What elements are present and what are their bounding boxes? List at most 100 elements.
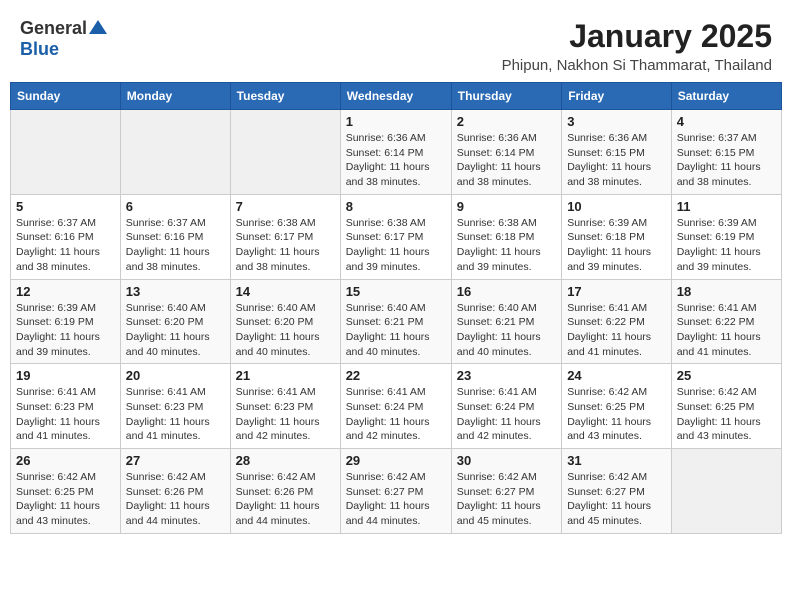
cell-day-number: 29: [346, 453, 446, 468]
cell-day-number: 31: [567, 453, 666, 468]
cell-daylight-info: Sunrise: 6:40 AM Sunset: 6:21 PM Dayligh…: [346, 301, 446, 360]
cell-daylight-info: Sunrise: 6:41 AM Sunset: 6:23 PM Dayligh…: [126, 385, 225, 444]
cell-day-number: 13: [126, 284, 225, 299]
calendar-week-row: 5Sunrise: 6:37 AM Sunset: 6:16 PM Daylig…: [11, 194, 782, 279]
cell-day-number: 11: [677, 199, 776, 214]
cell-daylight-info: Sunrise: 6:41 AM Sunset: 6:23 PM Dayligh…: [16, 385, 115, 444]
cell-daylight-info: Sunrise: 6:42 AM Sunset: 6:26 PM Dayligh…: [126, 470, 225, 529]
calendar-cell: 7Sunrise: 6:38 AM Sunset: 6:17 PM Daylig…: [230, 194, 340, 279]
calendar-cell: 1 Sunrise: 6:36 AM Sunset: 6:14 PM Daylig…: [340, 110, 451, 195]
cell-daylight-info: Sunrise: 6:41 AM Sunset: 6:24 PM Dayligh…: [457, 385, 556, 444]
calendar-cell: 31 Sunrise: 6:42 AM Sunset: 6:27 PM Dayli…: [562, 449, 672, 534]
calendar-cell: 14 Sunrise: 6:40 AM Sunset: 6:20 PM Dayli…: [230, 279, 340, 364]
calendar-cell: 21 Sunrise: 6:41 AM Sunset: 6:23 PM Dayli…: [230, 364, 340, 449]
calendar-cell: 12 Sunrise: 6:39 AM Sunset: 6:19 PM Dayli…: [11, 279, 121, 364]
cell-day-number: 20: [126, 368, 225, 383]
cell-daylight-info: Sunrise: 6:41 AM Sunset: 6:23 PM Dayligh…: [236, 385, 335, 444]
calendar-cell: 23 Sunrise: 6:41 AM Sunset: 6:24 PM Dayli…: [451, 364, 561, 449]
calendar-header-row: SundayMondayTuesdayWednesdayThursdayFrid…: [11, 83, 782, 110]
logo-general-text: General: [20, 18, 87, 39]
cell-daylight-info: Sunrise: 6:38 AM Sunset: 6:17 PM Dayligh…: [346, 216, 446, 275]
cell-daylight-info: Sunrise: 6:36 AM Sunset: 6:14 PM Dayligh…: [457, 131, 556, 190]
cell-daylight-info: Sunrise: 6:38 AM Sunset: 6:17 PM Dayligh…: [236, 216, 335, 275]
cell-day-number: 12: [16, 284, 115, 299]
calendar-week-row: 1 Sunrise: 6:36 AM Sunset: 6:14 PM Daylig…: [11, 110, 782, 195]
cell-daylight-info: Sunrise: 6:42 AM Sunset: 6:25 PM Dayligh…: [16, 470, 115, 529]
logo: General Blue: [20, 18, 107, 60]
cell-daylight-info: Sunrise: 6:37 AM Sunset: 6:15 PM Dayligh…: [677, 131, 776, 190]
cell-day-number: 19: [16, 368, 115, 383]
cell-daylight-info: Sunrise: 6:36 AM Sunset: 6:14 PM Dayligh…: [346, 131, 446, 190]
logo-triangle-icon: [89, 20, 107, 36]
cell-day-number: 28: [236, 453, 335, 468]
cell-daylight-info: Sunrise: 6:37 AM Sunset: 6:16 PM Dayligh…: [126, 216, 225, 275]
weekday-header: Thursday: [451, 83, 561, 110]
cell-day-number: 23: [457, 368, 556, 383]
cell-day-number: 25: [677, 368, 776, 383]
calendar-cell: [120, 110, 230, 195]
cell-daylight-info: Sunrise: 6:40 AM Sunset: 6:20 PM Dayligh…: [236, 301, 335, 360]
calendar-cell: 5Sunrise: 6:37 AM Sunset: 6:16 PM Daylig…: [11, 194, 121, 279]
calendar-week-row: 12 Sunrise: 6:39 AM Sunset: 6:19 PM Dayli…: [11, 279, 782, 364]
calendar-cell: 30 Sunrise: 6:42 AM Sunset: 6:27 PM Dayli…: [451, 449, 561, 534]
cell-daylight-info: Sunrise: 6:42 AM Sunset: 6:27 PM Dayligh…: [567, 470, 666, 529]
cell-daylight-info: Sunrise: 6:41 AM Sunset: 6:22 PM Dayligh…: [677, 301, 776, 360]
cell-day-number: 3: [567, 114, 666, 129]
weekday-header: Wednesday: [340, 83, 451, 110]
cell-day-number: 26: [16, 453, 115, 468]
cell-day-number: 9: [457, 199, 556, 214]
cell-daylight-info: Sunrise: 6:40 AM Sunset: 6:20 PM Dayligh…: [126, 301, 225, 360]
calendar-cell: 28 Sunrise: 6:42 AM Sunset: 6:26 PM Dayli…: [230, 449, 340, 534]
cell-day-number: 2: [457, 114, 556, 129]
cell-daylight-info: Sunrise: 6:41 AM Sunset: 6:24 PM Dayligh…: [346, 385, 446, 444]
cell-daylight-info: Sunrise: 6:39 AM Sunset: 6:18 PM Dayligh…: [567, 216, 666, 275]
cell-daylight-info: Sunrise: 6:42 AM Sunset: 6:25 PM Dayligh…: [677, 385, 776, 444]
title-block: January 2025 Phipun, Nakhon Si Thammarat…: [502, 18, 772, 74]
weekday-header: Tuesday: [230, 83, 340, 110]
cell-daylight-info: Sunrise: 6:42 AM Sunset: 6:27 PM Dayligh…: [457, 470, 556, 529]
calendar-cell: 20 Sunrise: 6:41 AM Sunset: 6:23 PM Dayli…: [120, 364, 230, 449]
calendar-table: SundayMondayTuesdayWednesdayThursdayFrid…: [10, 82, 782, 534]
cell-day-number: 17: [567, 284, 666, 299]
calendar-cell: 4 Sunrise: 6:37 AM Sunset: 6:15 PM Daylig…: [671, 110, 781, 195]
cell-daylight-info: Sunrise: 6:42 AM Sunset: 6:27 PM Dayligh…: [346, 470, 446, 529]
calendar-cell: [671, 449, 781, 534]
calendar-cell: 8 Sunrise: 6:38 AM Sunset: 6:17 PM Daylig…: [340, 194, 451, 279]
cell-daylight-info: Sunrise: 6:36 AM Sunset: 6:15 PM Dayligh…: [567, 131, 666, 190]
calendar-cell: 19 Sunrise: 6:41 AM Sunset: 6:23 PM Dayli…: [11, 364, 121, 449]
calendar-cell: 13 Sunrise: 6:40 AM Sunset: 6:20 PM Dayli…: [120, 279, 230, 364]
calendar-cell: 15Sunrise: 6:40 AM Sunset: 6:21 PM Dayli…: [340, 279, 451, 364]
cell-day-number: 27: [126, 453, 225, 468]
calendar-cell: 18 Sunrise: 6:41 AM Sunset: 6:22 PM Dayli…: [671, 279, 781, 364]
weekday-header: Friday: [562, 83, 672, 110]
weekday-header: Monday: [120, 83, 230, 110]
cell-day-number: 30: [457, 453, 556, 468]
cell-daylight-info: Sunrise: 6:42 AM Sunset: 6:26 PM Dayligh…: [236, 470, 335, 529]
location-text: Phipun, Nakhon Si Thammarat, Thailand: [502, 57, 772, 74]
cell-day-number: 4: [677, 114, 776, 129]
cell-day-number: 1: [346, 114, 446, 129]
cell-day-number: 8: [346, 199, 446, 214]
cell-day-number: 18: [677, 284, 776, 299]
calendar-week-row: 19 Sunrise: 6:41 AM Sunset: 6:23 PM Dayli…: [11, 364, 782, 449]
cell-day-number: 6: [126, 199, 225, 214]
calendar-cell: 24 Sunrise: 6:42 AM Sunset: 6:25 PM Dayli…: [562, 364, 672, 449]
cell-daylight-info: Sunrise: 6:39 AM Sunset: 6:19 PM Dayligh…: [16, 301, 115, 360]
calendar-cell: 2 Sunrise: 6:36 AM Sunset: 6:14 PM Daylig…: [451, 110, 561, 195]
calendar-cell: 26 Sunrise: 6:42 AM Sunset: 6:25 PM Dayli…: [11, 449, 121, 534]
calendar-cell: 10 Sunrise: 6:39 AM Sunset: 6:18 PM Dayli…: [562, 194, 672, 279]
cell-day-number: 16: [457, 284, 556, 299]
calendar-cell: [11, 110, 121, 195]
weekday-header: Saturday: [671, 83, 781, 110]
calendar-cell: 17Sunrise: 6:41 AM Sunset: 6:22 PM Dayli…: [562, 279, 672, 364]
cell-day-number: 21: [236, 368, 335, 383]
calendar-cell: 3 Sunrise: 6:36 AM Sunset: 6:15 PM Daylig…: [562, 110, 672, 195]
calendar-cell: 6 Sunrise: 6:37 AM Sunset: 6:16 PM Daylig…: [120, 194, 230, 279]
cell-day-number: 14: [236, 284, 335, 299]
cell-day-number: 10: [567, 199, 666, 214]
calendar-cell: 16Sunrise: 6:40 AM Sunset: 6:21 PM Dayli…: [451, 279, 561, 364]
cell-daylight-info: Sunrise: 6:42 AM Sunset: 6:25 PM Dayligh…: [567, 385, 666, 444]
weekday-header: Sunday: [11, 83, 121, 110]
calendar-cell: 25 Sunrise: 6:42 AM Sunset: 6:25 PM Dayli…: [671, 364, 781, 449]
cell-day-number: 24: [567, 368, 666, 383]
